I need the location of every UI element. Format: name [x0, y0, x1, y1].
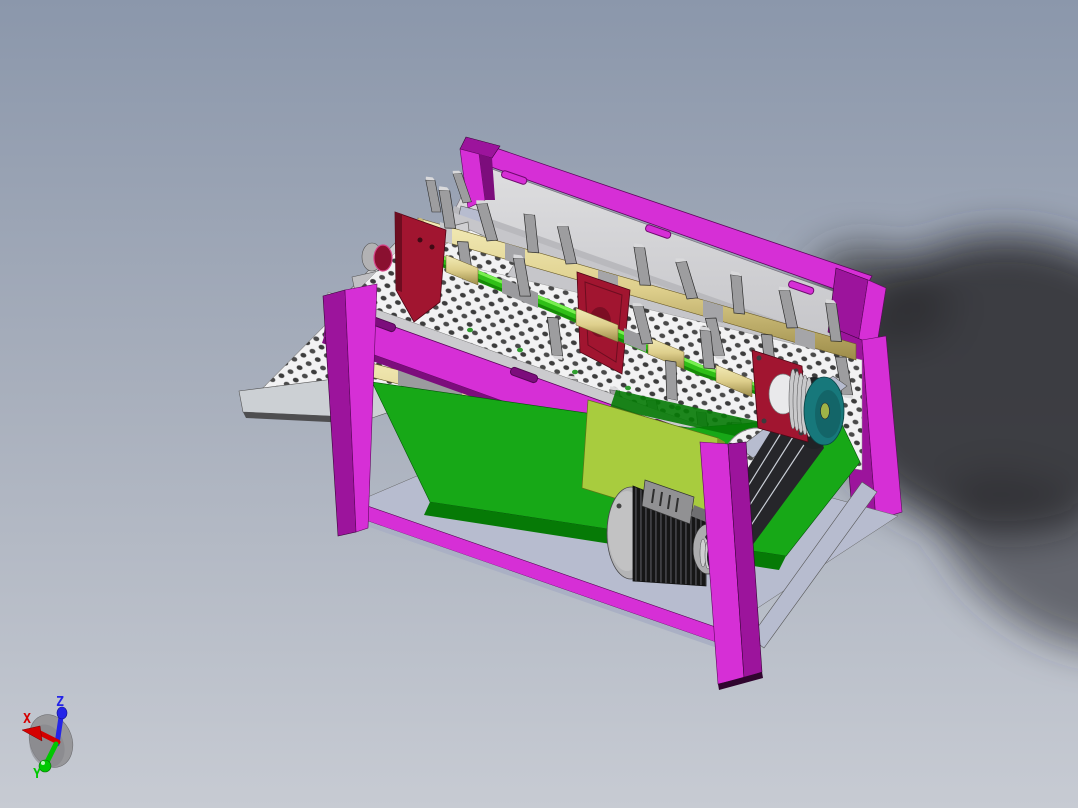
- axis-x-label: X: [23, 712, 31, 727]
- model-view-canvas[interactable]: X Y Z: [0, 0, 1078, 808]
- cad-viewport[interactable]: X Y Z: [0, 0, 1078, 808]
- axis-y-label: Y: [33, 767, 41, 782]
- pulley-bore: [821, 403, 830, 419]
- motor-cap-screw: [617, 504, 622, 509]
- rotor-hub-left[interactable]: [362, 243, 392, 271]
- axis-z-label: Z: [56, 695, 64, 710]
